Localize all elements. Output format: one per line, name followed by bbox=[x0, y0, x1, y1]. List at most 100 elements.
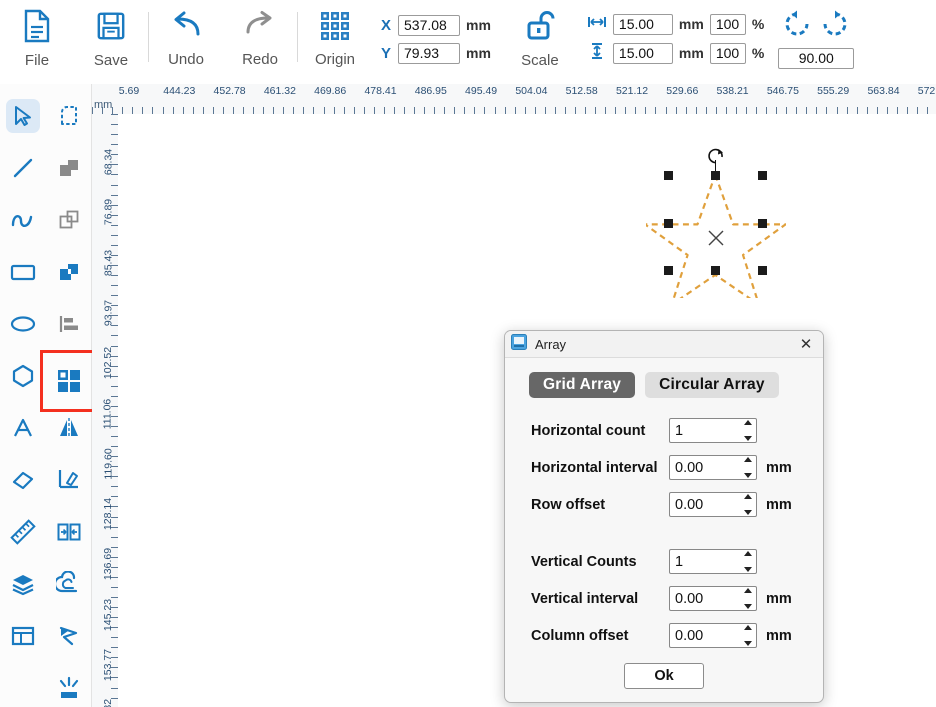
spin-down-icon[interactable] bbox=[743, 567, 752, 572]
sidebar-item-ellipse-tool[interactable] bbox=[0, 298, 46, 350]
ruler-tick bbox=[655, 107, 656, 114]
table-icon bbox=[11, 626, 35, 646]
horizontal-interval-spin-buttons[interactable] bbox=[742, 457, 753, 478]
spin-up-icon[interactable] bbox=[743, 457, 752, 462]
selection-handle-middle-right[interactable] bbox=[758, 219, 767, 228]
ruler-label: 119.60 bbox=[102, 448, 114, 480]
sidebar-item-path-direction-tool[interactable] bbox=[46, 610, 92, 662]
vertical-interval-unit: mm bbox=[766, 590, 792, 607]
width-input[interactable] bbox=[612, 13, 673, 35]
vertical-ruler[interactable]: 68.34 76.89 85.43 93.97 102.52 111.06 119.60 12… bbox=[92, 114, 119, 707]
spin-down-icon[interactable] bbox=[743, 436, 752, 441]
spin-up-icon[interactable] bbox=[743, 588, 752, 593]
x-position-input[interactable] bbox=[398, 14, 460, 36]
ruler-tick bbox=[111, 255, 118, 256]
ruler-tick bbox=[111, 285, 118, 286]
horizontal-count-spin-buttons[interactable] bbox=[742, 420, 753, 441]
letter-a-icon bbox=[14, 418, 32, 437]
selection-handle-top-left[interactable] bbox=[664, 171, 673, 180]
sidebar-item-distribute-tool[interactable] bbox=[46, 506, 92, 558]
sidebar-item-align-tool[interactable] bbox=[46, 298, 92, 350]
sidebar-item-combine-tool[interactable] bbox=[46, 246, 92, 298]
horizontal-interval-stepper[interactable] bbox=[669, 455, 757, 480]
sidebar-item-select-tool[interactable] bbox=[0, 90, 46, 142]
column-offset-spin-buttons[interactable] bbox=[742, 625, 753, 646]
ruler-tick bbox=[897, 107, 898, 114]
ruler-tick bbox=[917, 107, 918, 114]
spin-down-icon[interactable] bbox=[743, 510, 752, 515]
dialog-body: Grid Array Circular Array Horizontal cou… bbox=[505, 358, 823, 702]
row-offset-spin-buttons[interactable] bbox=[742, 494, 753, 515]
redo-button[interactable]: Redo bbox=[223, 0, 297, 78]
ruler-tick bbox=[111, 215, 118, 216]
sidebar-item-rectangle-tool[interactable] bbox=[0, 246, 46, 298]
ok-button[interactable]: Ok bbox=[624, 663, 704, 689]
sidebar-item-eraser-tool[interactable] bbox=[0, 454, 46, 506]
sidebar-item-node-edit-tool[interactable] bbox=[46, 90, 92, 142]
sidebar-item-line-tool[interactable] bbox=[0, 142, 46, 194]
sidebar-item-spark-tool[interactable] bbox=[46, 662, 92, 707]
selection-handle-top-right[interactable] bbox=[758, 171, 767, 180]
horizontal-count-stepper[interactable] bbox=[669, 418, 757, 443]
height-input[interactable] bbox=[612, 42, 673, 64]
sidebar-item-intersect-tool[interactable] bbox=[46, 194, 92, 246]
width-percent-input[interactable] bbox=[709, 13, 746, 35]
sidebar-item-layers-tool[interactable] bbox=[0, 558, 46, 610]
origin-grid-icon bbox=[319, 10, 351, 47]
ruler-tick bbox=[857, 107, 858, 114]
spin-down-icon[interactable] bbox=[743, 641, 752, 646]
spin-up-icon[interactable] bbox=[743, 494, 752, 499]
vertical-counts-stepper[interactable] bbox=[669, 549, 757, 574]
horizontal-ruler[interactable]: 5.69 444.23 452.78 461.32 469.86 478.41 486.95… bbox=[92, 84, 936, 115]
row-offset-stepper[interactable] bbox=[669, 492, 757, 517]
close-icon[interactable]: ✕ bbox=[795, 333, 817, 355]
sidebar-item-curve-tool[interactable] bbox=[0, 194, 46, 246]
spin-down-icon[interactable] bbox=[743, 604, 752, 609]
selection-handle-middle-left[interactable] bbox=[664, 219, 673, 228]
rotate-counterclockwise-icon[interactable] bbox=[783, 10, 811, 43]
ruler-tick bbox=[243, 107, 244, 114]
rotate-clockwise-icon[interactable] bbox=[821, 10, 849, 43]
ruler-tick bbox=[585, 107, 586, 114]
top-toolbar: File Save Undo Redo Origin X 537.08 mm Y… bbox=[0, 0, 936, 85]
ruler-tick bbox=[111, 406, 118, 407]
vertical-counts-spin-buttons[interactable] bbox=[742, 551, 753, 572]
spin-up-icon[interactable] bbox=[743, 420, 752, 425]
origin-button[interactable]: Origin bbox=[298, 0, 372, 78]
vertical-interval-spin-buttons[interactable] bbox=[742, 588, 753, 609]
spin-up-icon[interactable] bbox=[743, 551, 752, 556]
selection-handle-bottom-left[interactable] bbox=[664, 266, 673, 275]
scale-lock-button[interactable]: Scale bbox=[503, 0, 577, 78]
sidebar-item-union-tool[interactable] bbox=[46, 142, 92, 194]
ruler-tick bbox=[111, 486, 118, 487]
selection-handle-bottom-center[interactable] bbox=[711, 266, 720, 275]
selection-handle-top-center[interactable] bbox=[711, 171, 720, 180]
tab-grid-array[interactable]: Grid Array bbox=[529, 372, 636, 398]
row-offset-label: Row offset bbox=[531, 496, 606, 513]
sidebar-item-table-tool[interactable] bbox=[0, 610, 46, 662]
undo-button[interactable]: Undo bbox=[149, 0, 223, 78]
y-position-input[interactable] bbox=[398, 42, 460, 64]
file-button[interactable]: File bbox=[0, 0, 74, 78]
sidebar-item-offset-tool[interactable] bbox=[46, 558, 92, 610]
height-percent-input[interactable] bbox=[709, 42, 746, 64]
sidebar-item-ruler-tool[interactable] bbox=[0, 506, 46, 558]
sidebar-item-mirror-tool[interactable] bbox=[46, 402, 92, 454]
tab-circular-array[interactable]: Circular Array bbox=[645, 372, 779, 398]
horizontal-dimension-icon bbox=[587, 14, 607, 35]
angle-pen-icon bbox=[58, 470, 78, 489]
selection-handle-bottom-right[interactable] bbox=[758, 266, 767, 275]
ruler-tick bbox=[111, 346, 118, 347]
vertical-interval-stepper[interactable] bbox=[669, 586, 757, 611]
sidebar-item-text-tool[interactable] bbox=[0, 402, 46, 454]
spin-down-icon[interactable] bbox=[743, 473, 752, 478]
sidebar-item-measure-angle-tool[interactable] bbox=[46, 454, 92, 506]
dialog-title-bar: Array ✕ bbox=[505, 331, 823, 358]
hexagon-icon bbox=[12, 364, 34, 388]
rotation-angle-input[interactable] bbox=[778, 47, 855, 69]
column-offset-stepper[interactable] bbox=[669, 623, 757, 648]
spin-up-icon[interactable] bbox=[743, 625, 752, 630]
ruler-tick bbox=[111, 456, 118, 457]
ruler-label: 76.89 bbox=[102, 199, 114, 226]
save-button[interactable]: Save bbox=[74, 0, 148, 78]
